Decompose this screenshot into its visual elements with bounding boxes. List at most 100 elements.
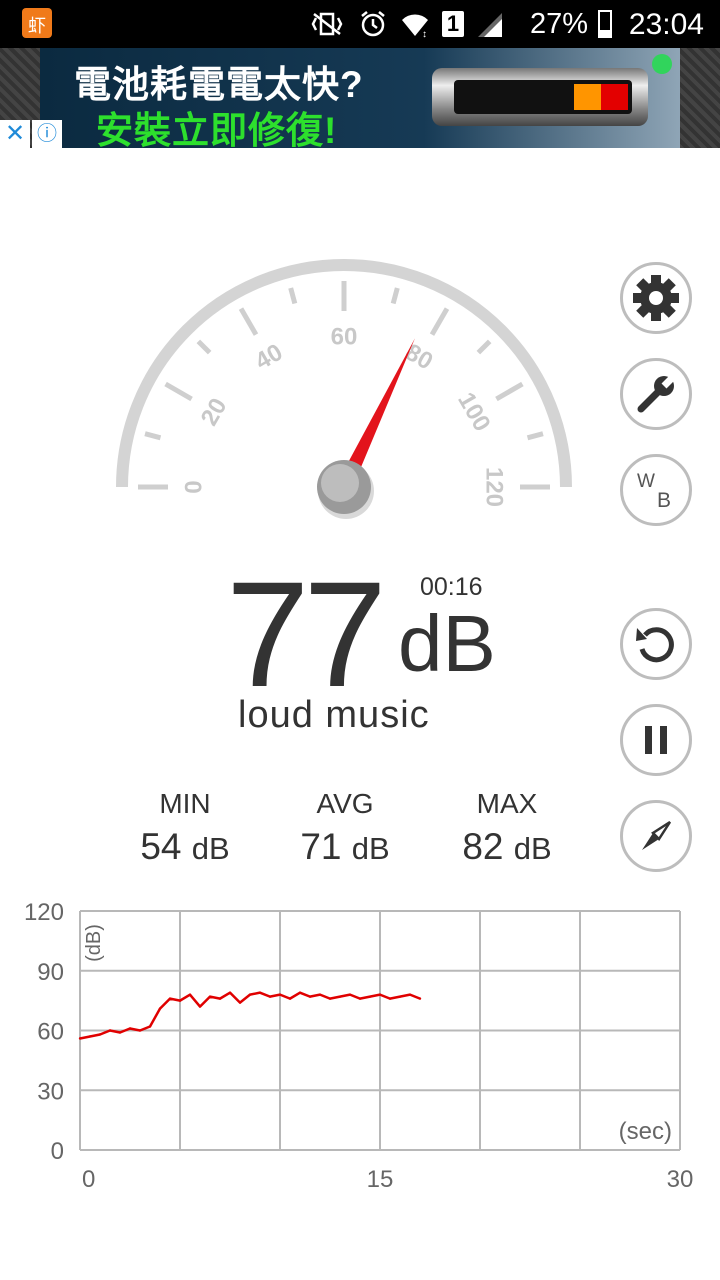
- pause-icon: [645, 726, 667, 754]
- gauge-tick-label: 0: [181, 480, 208, 493]
- stat-avg-unit: dB: [351, 831, 390, 866]
- db-series-point: [118, 1031, 122, 1034]
- gauge-tick: [144, 431, 162, 441]
- stat-max: MAX 82 dB: [427, 788, 587, 868]
- gauge-tick: [288, 287, 298, 305]
- stat-min-value: 54: [140, 826, 182, 867]
- db-series-point: [98, 1033, 102, 1036]
- db-series-point: [288, 997, 292, 1000]
- reset-button[interactable]: [620, 608, 692, 680]
- stat-avg-label: AVG: [316, 788, 374, 819]
- x-tick-label: 0: [82, 1166, 95, 1193]
- alarm-icon: [361, 11, 385, 37]
- db-history-chart: 0 30 60 90 120 0 15 30 (dB) (sec): [24, 899, 694, 1193]
- signal-icon: [478, 13, 502, 37]
- battery-icon: [598, 10, 612, 38]
- db-series-point: [328, 997, 332, 1000]
- y-tick-label: 120: [24, 899, 64, 926]
- svg-text:W: W: [637, 471, 655, 492]
- db-series-point: [338, 995, 342, 998]
- gauge-tick: [526, 431, 544, 441]
- compass-button[interactable]: [620, 800, 692, 872]
- reset-icon: [636, 627, 674, 663]
- db-series-point: [178, 999, 182, 1002]
- gauge-tick: [390, 287, 400, 305]
- db-series-point: [298, 991, 302, 994]
- sound-level-gauge: 020406080100120: [116, 259, 572, 519]
- db-series-point: [358, 997, 362, 1000]
- stat-max-label: MAX: [476, 788, 538, 819]
- db-series-point: [258, 991, 262, 994]
- db-series-point: [378, 993, 382, 996]
- db-series-point: [308, 995, 312, 998]
- db-series-point: [398, 995, 402, 998]
- db-series-point: [218, 997, 222, 1000]
- gauge-tick-label: 60: [331, 324, 358, 351]
- ad-content[interactable]: 電池耗電電太快? 安裝立即修復!: [40, 48, 680, 151]
- status-clock: 23:04: [628, 8, 704, 41]
- db-series-point: [78, 1037, 82, 1040]
- x-tick-label: 30: [667, 1166, 694, 1193]
- db-series-point: [278, 993, 282, 996]
- db-series-point: [198, 1005, 202, 1008]
- ad-info-button[interactable]: ⓘ: [32, 120, 62, 148]
- weighting-button[interactable]: W B: [620, 454, 692, 526]
- x-axis-label: (sec): [619, 1118, 672, 1145]
- app-notification-icon: 虾: [22, 8, 52, 38]
- db-series-point: [128, 1027, 132, 1030]
- ad-badge-icon: [652, 54, 672, 74]
- wb-icon: W B: [637, 471, 671, 512]
- status-bar: 虾 ↕ 1 27% 23:04: [0, 0, 720, 48]
- gauge-tick-label: 120: [481, 467, 508, 507]
- ad-battery-image: [432, 68, 648, 126]
- db-series-point: [318, 993, 322, 996]
- gauge-tick: [476, 339, 492, 355]
- db-series-point: [138, 1029, 142, 1032]
- db-series-point: [348, 993, 352, 996]
- y-tick-label: 90: [37, 959, 64, 986]
- svg-text:↕: ↕: [422, 29, 427, 38]
- ad-subheadline: 安裝立即修復!: [96, 110, 338, 151]
- gauge-tick: [164, 381, 193, 402]
- gear-icon: [633, 275, 679, 321]
- svg-text:B: B: [657, 489, 671, 512]
- db-series-point: [238, 1001, 242, 1004]
- y-axis-label: (dB): [83, 924, 105, 962]
- battery-percent: 27%: [529, 8, 588, 40]
- compass-icon: [642, 820, 672, 850]
- gauge-tick-label: 100: [452, 388, 495, 436]
- db-series-point: [408, 993, 412, 996]
- stat-max-unit: dB: [513, 831, 552, 866]
- settings-button[interactable]: [620, 262, 692, 334]
- stat-min-label: MIN: [159, 788, 211, 819]
- gauge-tick: [196, 339, 212, 355]
- app-notification-glyph: 虾: [28, 16, 46, 36]
- y-tick-label: 30: [37, 1078, 64, 1105]
- stat-min: MIN 54 dB: [105, 788, 265, 868]
- db-series-point: [248, 993, 252, 996]
- ad-close-button[interactable]: ✕: [0, 120, 30, 148]
- gauge-hub-highlight: [321, 464, 359, 502]
- db-series-point: [188, 993, 192, 996]
- wifi-icon: ↕: [402, 14, 428, 38]
- gauge-tick: [429, 307, 450, 336]
- db-series-point: [208, 995, 212, 998]
- stat-avg: AVG 71 dB: [265, 788, 425, 868]
- vibrate-icon: [311, 12, 343, 36]
- pause-button[interactable]: [620, 704, 692, 776]
- calibrate-button[interactable]: [620, 358, 692, 430]
- db-series-point: [168, 997, 172, 1000]
- db-series-point: [368, 995, 372, 998]
- db-series-point: [388, 997, 392, 1000]
- y-tick-label: 0: [51, 1138, 64, 1165]
- stat-avg-value: 71: [300, 826, 342, 867]
- x-tick-label: 15: [367, 1166, 394, 1193]
- db-series-point: [148, 1025, 152, 1028]
- gauge-tick-label: 40: [251, 339, 288, 376]
- gauge-tick: [495, 381, 524, 402]
- y-tick-label: 60: [37, 1019, 64, 1046]
- db-series-point: [418, 997, 422, 1000]
- db-series-point: [108, 1029, 112, 1032]
- sim-slot-badge: 1: [442, 11, 464, 37]
- ad-banner[interactable]: 電池耗電電太快? 安裝立即修復! ✕ ⓘ: [0, 48, 720, 151]
